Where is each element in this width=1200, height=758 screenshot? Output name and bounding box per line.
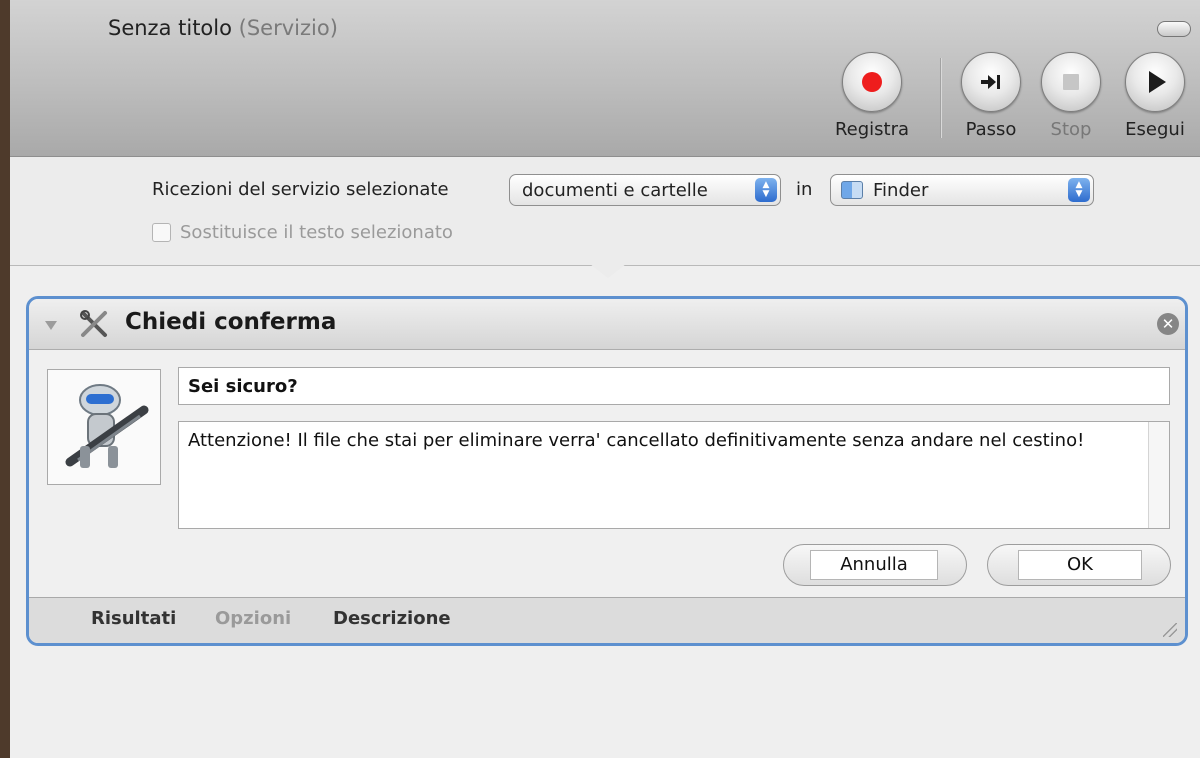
resize-grip-icon[interactable] xyxy=(1163,623,1177,637)
ok-button[interactable]: OK xyxy=(1018,550,1142,580)
toolbar: Senza titolo (Servizio) Registra Passo S… xyxy=(10,0,1200,157)
close-icon[interactable]: ✕ xyxy=(1157,313,1179,335)
play-icon[interactable] xyxy=(1125,52,1185,112)
tools-icon xyxy=(80,310,107,337)
message-scrollbar[interactable] xyxy=(1148,422,1169,528)
popup-arrows-icon: ▲ ▼ xyxy=(1068,178,1090,202)
finder-icon xyxy=(841,181,863,199)
action-footer: Risultati Opzioni Descrizione xyxy=(29,597,1185,643)
tab-description[interactable]: Descrizione xyxy=(333,608,451,629)
action-panel: Chiedi conferma ✕ Sei sicuro? Attenzione… xyxy=(26,296,1188,646)
question-field[interactable]: Sei sicuro? xyxy=(178,367,1170,405)
record-button[interactable]: Registra xyxy=(829,52,915,140)
replace-text-label: Sostituisce il testo selezionato xyxy=(180,222,453,243)
application-value: Finder xyxy=(873,180,929,201)
receives-label: Ricezioni del servizio selezionate xyxy=(152,179,449,200)
action-title: Chiedi conferma xyxy=(125,309,337,335)
service-settings: Ricezioni del servizio selezionate docum… xyxy=(10,157,1200,266)
window-subtitle: (Servizio) xyxy=(238,16,338,40)
input-type-value: documenti e cartelle xyxy=(522,180,708,201)
question-text: Sei sicuro? xyxy=(188,376,298,397)
tab-results[interactable]: Risultati xyxy=(91,608,176,629)
message-text: Attenzione! Il file che stai per elimina… xyxy=(188,430,1085,451)
tab-options[interactable]: Opzioni xyxy=(215,608,291,629)
window-title-text: Senza titolo xyxy=(108,16,232,40)
stop-button[interactable]: Stop xyxy=(1028,52,1114,140)
stop-icon[interactable] xyxy=(1041,52,1101,112)
replace-text-checkbox[interactable] xyxy=(152,223,171,242)
replace-text-row: Sostituisce il testo selezionato xyxy=(152,222,453,243)
record-label: Registra xyxy=(834,119,910,140)
automator-robot-icon xyxy=(65,384,149,468)
step-icon[interactable] xyxy=(961,52,1021,112)
cancel-button[interactable]: Annulla xyxy=(810,550,938,580)
stop-label: Stop xyxy=(1050,119,1092,140)
step-label: Passo xyxy=(965,119,1017,140)
action-header[interactable]: Chiedi conferma ✕ xyxy=(29,299,1185,350)
ok-button-capsule: OK xyxy=(987,544,1171,586)
run-label: Esegui xyxy=(1125,119,1185,140)
desktop-edge xyxy=(0,0,10,758)
in-label: in xyxy=(796,179,813,200)
window-title: Senza titolo (Servizio) xyxy=(108,16,338,40)
automator-window: Senza titolo (Servizio) Registra Passo S… xyxy=(10,0,1200,758)
message-field[interactable]: Attenzione! Il file che stai per elimina… xyxy=(178,421,1170,529)
input-type-popup[interactable]: documenti e cartelle ▲ ▼ xyxy=(509,174,781,206)
step-button[interactable]: Passo xyxy=(948,52,1034,140)
workflow-connector-notch xyxy=(590,264,626,278)
record-icon[interactable] xyxy=(842,52,902,112)
application-popup[interactable]: Finder ▲ ▼ xyxy=(830,174,1094,206)
action-icon-box xyxy=(47,369,161,485)
toolbar-toggle-button[interactable] xyxy=(1157,21,1191,37)
popup-arrows-icon: ▲ ▼ xyxy=(755,178,777,202)
run-button[interactable]: Esegui xyxy=(1112,52,1198,140)
cancel-button-capsule: Annulla xyxy=(783,544,967,586)
disclosure-triangle-icon[interactable] xyxy=(45,321,57,330)
toolbar-separator xyxy=(940,58,942,138)
